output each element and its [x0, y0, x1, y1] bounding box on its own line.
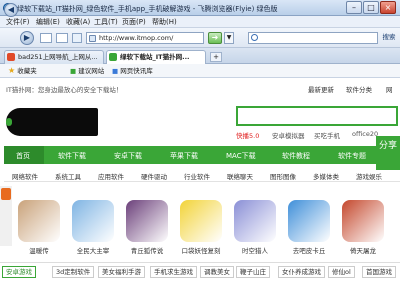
suggested-label: 建议网站 — [78, 67, 105, 75]
menu-favorites[interactable]: 收藏(A) — [66, 17, 90, 27]
go-button[interactable]: ➜ — [208, 32, 222, 44]
app-icon[interactable] — [126, 200, 168, 242]
tag[interactable]: 修仙ol — [328, 266, 355, 278]
minimize-button[interactable]: – — [346, 1, 362, 14]
menu-help[interactable]: 帮助(H) — [152, 17, 177, 27]
welcome-text: IT猫扑网：您身边最放心的安全下载站！ — [6, 86, 123, 94]
favorites-item[interactable]: ★ 收藏夹 — [8, 66, 37, 76]
subnav-item[interactable]: 多媒体类 — [313, 171, 339, 181]
hot-word[interactable]: office20 — [352, 130, 378, 138]
app-icon[interactable] — [234, 200, 276, 242]
tab-label: 绿软下载站_IT猫扑网... — [120, 53, 190, 61]
divider — [4, 181, 400, 182]
nav-apple[interactable]: 苹果下载 — [170, 151, 198, 161]
app-icon[interactable] — [180, 200, 222, 242]
search-button[interactable]: 搜索 — [380, 32, 398, 44]
refresh-icon[interactable] — [56, 33, 68, 43]
subnav-item[interactable]: 网络软件 — [12, 171, 38, 181]
tag[interactable]: 3d定制软件 — [52, 266, 95, 278]
search-input[interactable] — [248, 32, 378, 44]
subnav-item[interactable]: 系统工具 — [55, 171, 81, 181]
logo-mark-icon — [6, 118, 12, 126]
menu-page[interactable]: 页面(P) — [122, 17, 146, 27]
nav-topics[interactable]: 软件专题 — [338, 151, 366, 161]
nav-tutorials[interactable]: 软件教程 — [282, 151, 310, 161]
share-button[interactable]: 分享 — [376, 136, 400, 170]
app-name[interactable]: 全民大主宰 — [66, 245, 120, 255]
page-icon — [89, 35, 96, 42]
hot-word[interactable]: 快播5.0 — [236, 130, 259, 140]
tag[interactable]: 鞭子山庄 — [236, 266, 270, 278]
app-icon[interactable] — [342, 200, 384, 242]
stop-icon[interactable] — [40, 33, 52, 43]
tag[interactable]: 美女福利手游 — [98, 266, 145, 278]
categories-link[interactable]: 软件分类 — [346, 84, 372, 94]
app-icon[interactable] — [18, 200, 60, 242]
app-name[interactable]: 时空猎人 — [228, 245, 282, 255]
tag[interactable]: 手机求生游戏 — [150, 266, 197, 278]
favorites-label: 收藏夹 — [17, 67, 37, 75]
back-button[interactable]: ◀ — [4, 3, 18, 17]
tag[interactable]: 调教美女 — [200, 266, 234, 278]
suggested-sites-item[interactable]: ■ 建议网站 — [70, 66, 104, 76]
forward-button[interactable]: ▶ — [20, 31, 34, 45]
tab-favicon-icon — [7, 53, 15, 61]
hot-badge-icon — [1, 188, 11, 200]
search-icon — [251, 34, 258, 41]
address-dropdown-icon[interactable]: ▼ — [224, 32, 234, 44]
subnav-item[interactable]: 图形图像 — [270, 171, 296, 181]
app-name[interactable]: 温暖传 — [12, 245, 66, 255]
subnav-item[interactable]: 硬件驱动 — [141, 171, 167, 181]
app-icon[interactable] — [72, 200, 114, 242]
web-slice-item[interactable]: ■ 网页快讯库 — [112, 66, 153, 76]
menu-edit[interactable]: 编辑(E) — [36, 17, 60, 27]
subnav-item[interactable]: 行业软件 — [184, 171, 210, 181]
app-icon[interactable] — [288, 200, 330, 242]
nav-software[interactable]: 软件下载 — [58, 151, 86, 161]
nav-home[interactable]: 首页 — [16, 151, 30, 161]
maximize-button[interactable]: □ — [363, 1, 379, 14]
site-logo[interactable] — [6, 108, 98, 136]
app-name[interactable]: 青丘狐传说 — [120, 245, 174, 255]
subnav-item[interactable]: 联络聊天 — [227, 171, 253, 181]
tab-label: bad251上网导航_上网从... — [18, 53, 98, 61]
subnav-item[interactable]: 应用软件 — [98, 171, 124, 181]
new-tab-button[interactable]: + — [210, 52, 222, 62]
web-slice-icon: ■ — [112, 67, 119, 75]
menu-file[interactable]: 文件(F) — [6, 17, 30, 27]
more-link[interactable]: 网 — [386, 84, 393, 94]
tag[interactable]: 女仆养成游戏 — [278, 266, 325, 278]
nav-android[interactable]: 安卓下载 — [114, 151, 142, 161]
app-name[interactable]: 倚天屠龙 — [336, 245, 390, 255]
tag[interactable]: 首国游戏 — [362, 266, 396, 278]
app-name[interactable]: 去吧皮卡丘 — [282, 245, 336, 255]
tab-navigation[interactable]: bad251上网导航_上网从... — [4, 50, 104, 64]
window-title: 绿软下载站_IT猫扑网_绿色软件_手机app_手机破解游戏 - 飞腾浏览器(Fl… — [17, 5, 278, 13]
address-bar[interactable]: http://www.itmop.com/ — [86, 32, 204, 44]
site-search-input[interactable] — [236, 106, 398, 126]
latest-updates-link[interactable]: 最新更新 — [308, 84, 334, 94]
menu-bar — [0, 16, 400, 28]
star-icon: ★ — [8, 66, 16, 75]
favorites-bar — [0, 64, 400, 78]
home-icon[interactable] — [72, 33, 82, 43]
close-button[interactable]: × — [380, 1, 396, 14]
tab-favicon-icon — [109, 53, 117, 61]
hot-word[interactable]: 安卓模拟器 — [272, 130, 305, 140]
suggested-icon: ■ — [70, 67, 77, 75]
app-name[interactable]: 口袋妖怪复刻 — [174, 245, 228, 255]
nav-mac[interactable]: MAC下载 — [226, 151, 256, 161]
web-slice-label: 网页快讯库 — [120, 67, 153, 75]
subnav-item[interactable]: 游戏娱乐 — [356, 171, 382, 181]
menu-tools[interactable]: 工具(T) — [94, 17, 118, 27]
tab-itmop[interactable]: 绿软下载站_IT猫扑网... — [106, 50, 206, 64]
hot-word[interactable]: 买吃手机 — [314, 130, 340, 140]
tag[interactable]: 安卓游戏 — [2, 266, 36, 278]
